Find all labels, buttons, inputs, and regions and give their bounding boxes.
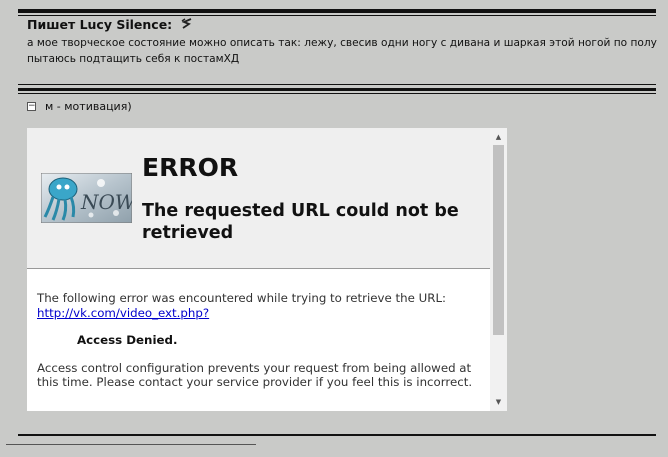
scroll-thumb[interactable] [493,145,504,335]
back-arrow-icon[interactable] [180,17,193,30]
embedded-error-frame: NOW ERROR The requested URL could not be… [27,128,507,411]
error-url-link[interactable]: http://vk.com/video_ext.php? [37,306,209,320]
error-subtitle: The requested URL could not be retrieved [142,201,459,243]
spoiler-toggle-button[interactable]: − [27,102,36,111]
signature-divider [6,444,256,445]
spoiler-label: м - мотивация) [45,100,132,113]
logo-text: NOW [80,190,132,214]
quote-author: Пишет Lucy Silence: [27,17,193,32]
spoiler-bottom-border [18,434,656,436]
quote-block: Пишет Lucy Silence: а мое творческое сос… [18,14,658,84]
scroll-down-arrow[interactable]: ▼ [490,395,507,409]
quote-bottom-border-thin [18,84,656,85]
top-border-thick [18,9,656,13]
spoiler-header[interactable]: − м - мотивация) [27,100,132,113]
error-title: ERROR [142,153,239,182]
frame-scrollbar[interactable]: ▲ ▼ [490,128,507,411]
quote-author-label: Пишет Lucy Silence: [27,17,173,32]
quote-text: а мое творческое состояние можно описать… [27,37,657,65]
squid-logo: NOW [41,173,132,223]
scroll-up-arrow[interactable]: ▲ [490,130,507,144]
error-denied: Access Denied. [77,333,178,347]
error-body: The following error was encountered whil… [37,291,487,390]
error-description: Access control configuration prevents yo… [37,360,473,390]
error-intro: The following error was encountered whil… [37,291,446,305]
error-header: NOW ERROR The requested URL could not be… [27,128,490,269]
spoiler-top-border-thin [18,93,656,94]
spoiler-top-border-thick [18,88,656,91]
